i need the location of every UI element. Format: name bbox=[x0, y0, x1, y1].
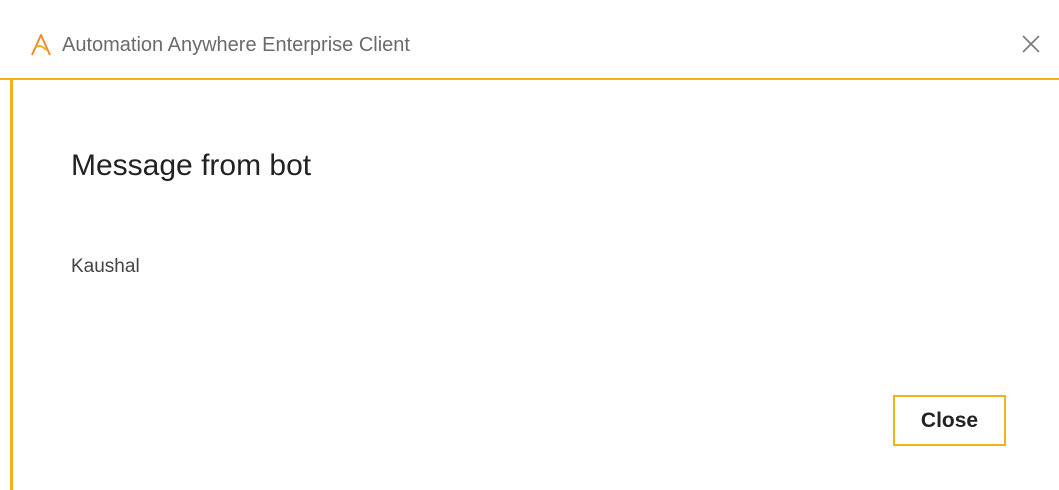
automation-anywhere-logo-icon bbox=[31, 34, 51, 56]
title-bar[interactable]: Automation Anywhere Enterprise Client bbox=[0, 0, 1059, 80]
close-icon[interactable] bbox=[1017, 30, 1045, 58]
message-dialog-window: Automation Anywhere Enterprise Client Me… bbox=[0, 0, 1059, 490]
close-button[interactable]: Close bbox=[893, 395, 1006, 446]
dialog-body: Message from bot Kaushal Close bbox=[13, 80, 1059, 490]
dialog-message: Kaushal bbox=[71, 256, 140, 277]
dialog-heading: Message from bot bbox=[71, 149, 312, 182]
window-title: Automation Anywhere Enterprise Client bbox=[62, 34, 410, 56]
